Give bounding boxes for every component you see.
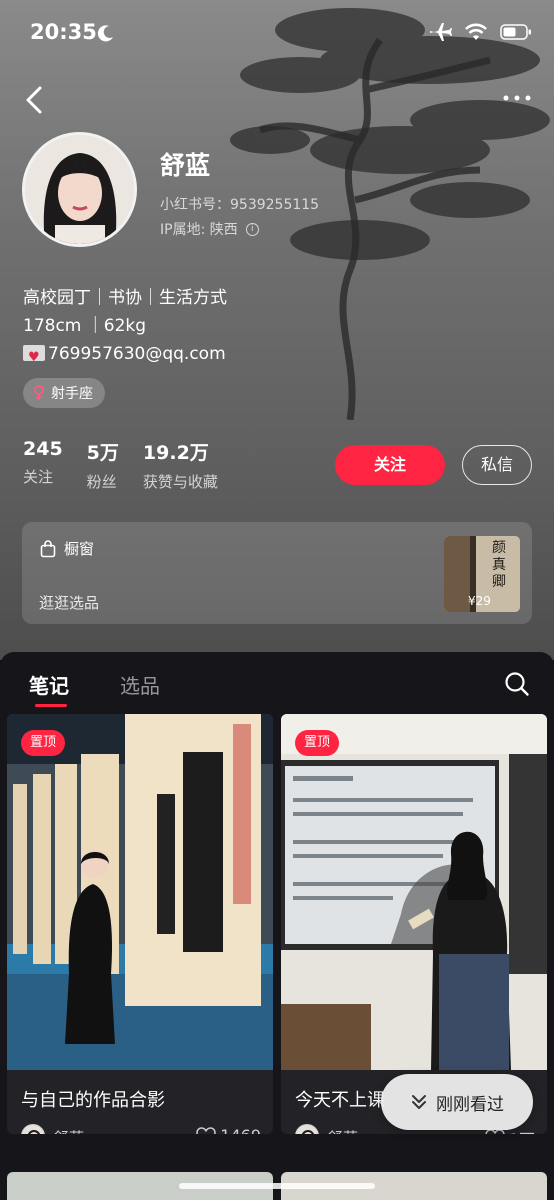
author-name[interactable]: 舒蓝 bbox=[54, 1127, 84, 1134]
author-avatar[interactable] bbox=[295, 1124, 319, 1134]
status-time: 20:35 bbox=[30, 20, 97, 44]
shop-title: 橱窗 bbox=[64, 540, 95, 558]
avatar-portrait bbox=[25, 135, 134, 244]
heart-icon bbox=[196, 1126, 217, 1134]
search-icon[interactable] bbox=[504, 671, 530, 697]
note-title: 与自己的作品合影 bbox=[21, 1090, 165, 1111]
note-title: 今天不上课 bbox=[295, 1090, 385, 1111]
shopping-bag-icon bbox=[40, 539, 56, 557]
shop-subtitle: 逛逛选品 bbox=[39, 594, 100, 612]
wifi-icon bbox=[465, 23, 487, 40]
shop-price: ¥29 bbox=[468, 594, 491, 608]
stat-number: 245 bbox=[23, 438, 63, 460]
author-name[interactable]: 舒蓝 bbox=[328, 1127, 358, 1134]
follow-button[interactable]: 关注 bbox=[335, 445, 445, 485]
pinned-badge: 置顶 bbox=[21, 730, 66, 756]
stat-following[interactable]: 245 关注 bbox=[23, 438, 63, 492]
more-options-icon[interactable] bbox=[502, 88, 532, 108]
ip-location: IP属地: 陕西 bbox=[160, 222, 238, 238]
stat-likes-collects[interactable]: 19.2万 获赞与收藏 bbox=[143, 438, 218, 492]
tab-notes[interactable]: 笔记 bbox=[29, 670, 69, 707]
profile-user-id: 小红书号：9539255115 bbox=[160, 197, 320, 213]
ip-location-row: IP属地: 陕西 i bbox=[160, 219, 259, 239]
love-letter-emoji-icon bbox=[23, 344, 45, 372]
stat-number: 5万 bbox=[86, 442, 119, 464]
status-icons bbox=[428, 22, 532, 42]
info-icon[interactable]: i bbox=[245, 222, 259, 236]
pinned-badge: 置顶 bbox=[295, 730, 340, 756]
stat-number: 19.2万 bbox=[142, 442, 209, 464]
bio-line-email: 769957630@qq.com bbox=[23, 340, 227, 372]
female-gender-icon bbox=[34, 385, 44, 400]
note-card[interactable]: 置顶 与自己的作品合影 舒蓝 1469 bbox=[7, 714, 273, 1134]
do-not-disturb-moon-icon bbox=[97, 25, 113, 42]
bio-line: 178cm ｜62kg bbox=[23, 316, 147, 336]
note-card[interactable]: 置顶 今天不上课 舒蓝 1万 bbox=[281, 714, 547, 1134]
battery-icon bbox=[500, 24, 531, 40]
stat-label: 获赞与收藏 bbox=[142, 473, 218, 491]
author-avatar[interactable] bbox=[21, 1124, 45, 1134]
profile-avatar[interactable] bbox=[22, 132, 137, 247]
back-chevron-icon[interactable] bbox=[20, 84, 50, 116]
like-count-value: 1469 bbox=[220, 1126, 261, 1134]
home-indicator bbox=[179, 1183, 375, 1189]
message-button[interactable]: 私信 bbox=[462, 445, 532, 485]
shop-product-thumbnail[interactable]: 颜真卿 ¥29 bbox=[444, 536, 520, 612]
content-tabs: 笔记 选品 bbox=[0, 652, 554, 710]
double-chevron-down-icon bbox=[412, 1095, 426, 1109]
profile-bio: 高校园丁｜书协｜生活方式 178cm ｜62kg 769957630@qq.co… bbox=[23, 284, 227, 372]
profile-nickname: 舒蓝 bbox=[160, 151, 211, 180]
shop-title-row: 橱窗 bbox=[40, 538, 94, 559]
note-cover-image bbox=[7, 714, 273, 1070]
bio-email: 769957630@qq.com bbox=[48, 344, 226, 364]
shop-thumb-text: 颜真卿 bbox=[492, 540, 506, 590]
recently-viewed-button[interactable]: 刚刚看过 bbox=[381, 1074, 533, 1130]
airplane-mode-icon bbox=[430, 23, 452, 41]
profile-stats: 245 关注 5万 粉丝 19.2万 获赞与收藏 bbox=[23, 438, 218, 492]
shop-window-card[interactable]: 橱窗 逛逛选品 颜真卿 ¥29 bbox=[22, 522, 532, 624]
zodiac-label: 射手座 bbox=[51, 386, 93, 402]
note-footer: 舒蓝 1469 bbox=[21, 1124, 261, 1134]
zodiac-tag: 射手座 bbox=[23, 378, 105, 408]
stat-followers[interactable]: 5万 粉丝 bbox=[87, 438, 119, 492]
note-cover-image bbox=[281, 714, 547, 1070]
stat-label: 关注 bbox=[23, 468, 54, 486]
recently-viewed-label: 刚刚看过 bbox=[436, 1094, 504, 1115]
like-count[interactable]: 1469 bbox=[196, 1126, 261, 1134]
stat-label: 粉丝 bbox=[86, 473, 117, 491]
status-bar: 20:35 bbox=[0, 0, 554, 70]
bio-line: 高校园丁｜书协｜生活方式 bbox=[23, 288, 227, 308]
tab-picks[interactable]: 选品 bbox=[120, 670, 160, 699]
